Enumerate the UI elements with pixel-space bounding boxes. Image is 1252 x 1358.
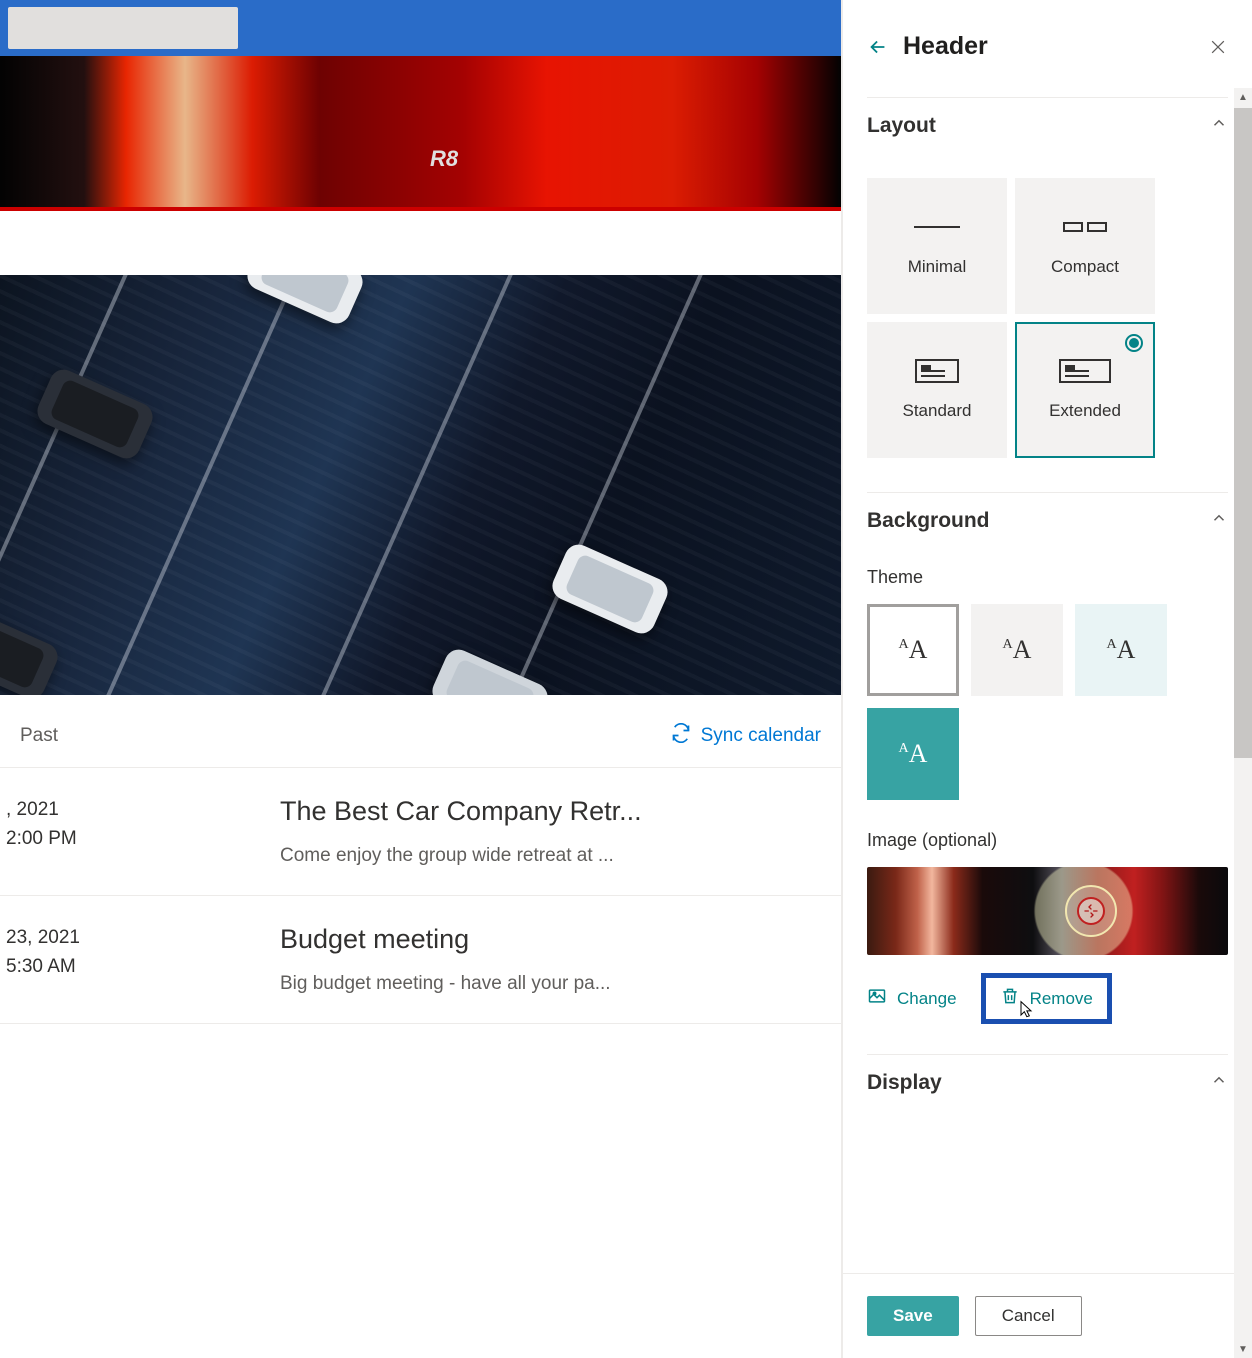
settings-panel: Header Layout Minimal Compact Stand <box>842 0 1252 1358</box>
layout-options: Minimal Compact Standard Extended <box>867 150 1228 492</box>
event-desc: Big budget meeting - have all your pa... <box>280 973 801 995</box>
event-title: Budget meeting <box>280 924 801 955</box>
layout-option-minimal[interactable]: Minimal <box>867 178 1007 314</box>
standard-icon <box>915 359 959 383</box>
scrollbar[interactable]: ▲ ▼ <box>1234 88 1252 1358</box>
panel-title: Header <box>903 32 988 61</box>
remove-highlight-box: Remove <box>981 973 1112 1024</box>
top-bar-placeholder <box>8 7 238 49</box>
sync-label: Sync calendar <box>701 725 821 747</box>
image-label: Image (optional) <box>867 830 1228 851</box>
background-image-preview[interactable] <box>867 867 1228 955</box>
layout-option-extended[interactable]: Extended <box>1015 322 1155 458</box>
remove-image-button[interactable]: Remove <box>1000 986 1093 1011</box>
focal-point-icon[interactable] <box>1065 885 1117 937</box>
theme-label: Theme <box>867 567 1228 588</box>
app-top-bar <box>0 0 841 56</box>
event-desc: Come enjoy the group wide retreat at ... <box>280 845 801 867</box>
close-icon[interactable] <box>1208 37 1228 57</box>
cancel-button[interactable]: Cancel <box>975 1296 1082 1336</box>
scroll-thumb[interactable] <box>1234 108 1252 758</box>
hero-image <box>0 275 841 695</box>
layout-option-standard[interactable]: Standard <box>867 322 1007 458</box>
chevron-up-icon <box>1210 114 1228 138</box>
event-row[interactable]: 23, 2021 5:30 AM Budget meeting Big budg… <box>0 896 841 1024</box>
back-icon[interactable] <box>867 36 889 58</box>
chevron-up-icon <box>1210 509 1228 533</box>
image-icon <box>867 986 887 1011</box>
event-row[interactable]: , 2021 2:00 PM The Best Car Company Retr… <box>0 768 841 896</box>
cursor-icon <box>1016 1000 1036 1025</box>
selected-radio-icon <box>1125 334 1143 352</box>
scroll-down-icon[interactable]: ▼ <box>1234 1340 1252 1358</box>
extended-icon <box>1059 359 1111 383</box>
events-toolbar: Past Sync calendar <box>0 695 841 768</box>
section-layout[interactable]: Layout <box>867 97 1228 150</box>
chevron-up-icon <box>1210 1071 1228 1095</box>
save-button[interactable]: Save <box>867 1296 959 1336</box>
layout-option-compact[interactable]: Compact <box>1015 178 1155 314</box>
compact-icon <box>1060 215 1110 239</box>
theme-option-3[interactable]: A <box>1075 604 1167 696</box>
panel-footer: Save Cancel <box>843 1273 1252 1358</box>
theme-option-2[interactable]: A <box>971 604 1063 696</box>
change-image-button[interactable]: Change <box>867 986 957 1011</box>
event-date: , 2021 2:00 PM <box>0 796 280 867</box>
sync-calendar-button[interactable]: Sync calendar <box>671 723 821 749</box>
minimal-icon <box>912 215 962 239</box>
image-actions: Change Remove <box>867 973 1228 1024</box>
sync-icon <box>671 723 691 749</box>
scroll-up-icon[interactable]: ▲ <box>1234 88 1252 106</box>
theme-options: A A A A <box>867 604 1228 800</box>
panel-header: Header <box>867 0 1228 97</box>
spacer <box>0 211 841 275</box>
event-title: The Best Car Company Retr... <box>280 796 801 827</box>
event-date: 23, 2021 5:30 AM <box>0 924 280 995</box>
theme-option-1[interactable]: A <box>867 604 959 696</box>
main-content: R8 Past Sync calendar , 2021 2:00 PM The… <box>0 0 842 1358</box>
section-display[interactable]: Display <box>867 1054 1228 1107</box>
car-badge: R8 <box>430 146 458 172</box>
site-header-image: R8 <box>0 56 841 211</box>
past-tab[interactable]: Past <box>20 725 58 747</box>
section-background[interactable]: Background <box>867 492 1228 545</box>
theme-option-4[interactable]: A <box>867 708 959 800</box>
